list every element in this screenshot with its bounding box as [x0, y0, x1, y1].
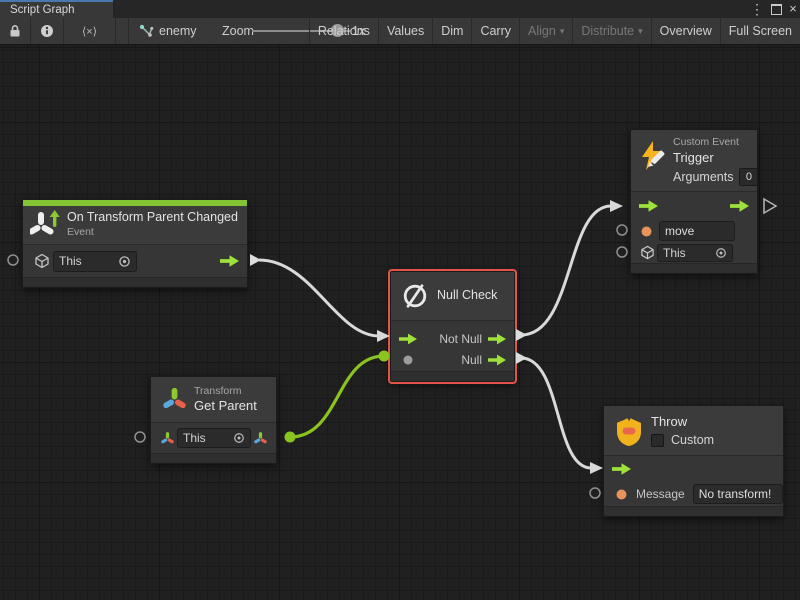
node-title: Null Check — [437, 288, 497, 304]
window-menu-icon[interactable]: ⋮ — [750, 1, 764, 17]
node-title: On Transform Parent Changed — [67, 210, 238, 226]
chevron-down-icon: ▾ — [638, 26, 643, 37]
transform-icon — [159, 386, 189, 413]
graph-reference[interactable]: enemy — [128, 18, 197, 44]
maximize-icon[interactable] — [771, 4, 782, 15]
relations-button[interactable]: Relations — [309, 18, 378, 44]
distribute-dropdown[interactable]: Distribute ▾ — [572, 18, 650, 44]
node-footer — [604, 506, 783, 516]
fullscreen-label: Full Screen — [729, 24, 792, 38]
node-on-transform-parent-changed[interactable]: On Transform Parent Changed Event This — [22, 199, 248, 288]
relations-label: Relations — [318, 24, 370, 38]
node-trigger-custom-event[interactable]: Custom Event Trigger Arguments 0 — [630, 129, 758, 274]
null-check-icon — [399, 282, 431, 310]
gameobject-cube-icon — [31, 253, 53, 269]
distribute-label: Distribute — [581, 24, 634, 38]
value-input-port-dot[interactable] — [403, 355, 413, 365]
flow-input-arrow-icon[interactable] — [612, 463, 631, 475]
fullscreen-button[interactable]: Full Screen — [720, 18, 800, 44]
custom-event-icon — [637, 140, 669, 172]
custom-checkbox-label: Custom — [671, 433, 714, 447]
lock-button[interactable] — [0, 18, 31, 44]
graph-name: enemy — [159, 24, 197, 38]
flow-input-arrow-icon[interactable] — [399, 333, 417, 345]
string-port-dot[interactable] — [641, 226, 652, 237]
node-category: Custom Event — [673, 136, 758, 150]
edit-code-button[interactable]: ⟨×⟩ — [64, 18, 116, 44]
graph-icon — [139, 24, 154, 39]
message-label: Message — [636, 487, 685, 501]
message-input[interactable] — [693, 484, 783, 504]
node-category: Transform — [194, 385, 257, 399]
flow-input-arrow-icon[interactable] — [639, 200, 658, 212]
node-throw[interactable]: Throw Custom Message — [603, 405, 784, 517]
null-port-label: Null — [461, 353, 482, 367]
transform-port-icon[interactable] — [157, 431, 177, 446]
info-icon — [40, 24, 54, 38]
unity-script-graph-window: { "titlebar": { "tab_label": "Script Gra… — [0, 0, 800, 600]
overview-button[interactable]: Overview — [651, 18, 720, 44]
graph-toolbar: ⟨×⟩ enemy Zoom 1x Relations Values Dim C… — [0, 18, 800, 45]
node-title: Get Parent — [194, 398, 257, 414]
object-picker-icon[interactable] — [233, 432, 245, 444]
carry-button[interactable]: Carry — [471, 18, 519, 44]
transform-event-icon — [29, 209, 63, 241]
tab-label: Script Graph — [10, 4, 75, 16]
gameobject-cube-icon — [637, 245, 657, 260]
values-label: Values — [387, 24, 424, 38]
target-value: This — [663, 246, 715, 260]
flow-output-arrow-icon[interactable] — [730, 200, 749, 212]
flow-output-arrow-icon[interactable] — [220, 255, 239, 267]
target-value: This — [183, 431, 233, 445]
not-null-port-label: Not Null — [439, 332, 482, 346]
code-icon: ⟨×⟩ — [82, 25, 97, 38]
node-footer — [151, 453, 276, 463]
throw-error-icon — [612, 415, 646, 447]
target-value: This — [59, 254, 118, 268]
node-get-parent[interactable]: Transform Get Parent This — [150, 376, 277, 464]
transform-output-port-icon[interactable] — [253, 431, 268, 446]
overview-label: Overview — [660, 24, 712, 38]
node-title: Throw — [651, 414, 714, 430]
flow-output-arrow-icon[interactable] — [488, 354, 506, 366]
values-button[interactable]: Values — [378, 18, 432, 44]
arguments-label: Arguments — [673, 170, 733, 184]
target-dropdown[interactable]: This — [657, 244, 733, 262]
zoom-label: Zoom — [222, 24, 254, 38]
carry-label: Carry — [480, 24, 511, 38]
dim-label: Dim — [441, 24, 463, 38]
dim-button[interactable]: Dim — [432, 18, 471, 44]
arguments-count-field[interactable]: 0 — [739, 168, 758, 186]
inspect-button[interactable] — [31, 18, 64, 44]
align-label: Align — [528, 24, 556, 38]
flow-output-arrow-icon[interactable] — [488, 333, 506, 345]
node-footer — [23, 277, 247, 287]
object-picker-icon[interactable] — [118, 255, 131, 268]
close-icon[interactable]: × — [786, 1, 800, 17]
node-title: Trigger — [673, 150, 758, 166]
node-subtitle: Event — [67, 226, 238, 240]
node-null-check[interactable]: Null Check Not Null Null — [390, 271, 515, 382]
tab-script-graph[interactable]: Script Graph — [0, 0, 113, 18]
title-bar: Script Graph ⋮ × — [0, 0, 800, 18]
custom-checkbox[interactable] — [651, 434, 664, 447]
chevron-down-icon: ▾ — [560, 26, 565, 37]
node-footer — [391, 371, 514, 381]
message-port-dot[interactable] — [616, 489, 627, 500]
event-name-input[interactable] — [659, 221, 735, 241]
align-dropdown[interactable]: Align ▾ — [519, 18, 572, 44]
lock-icon — [8, 24, 22, 38]
target-dropdown[interactable]: This — [53, 251, 137, 272]
target-dropdown[interactable]: This — [177, 428, 251, 448]
object-picker-icon[interactable] — [715, 247, 727, 259]
node-footer — [631, 263, 757, 273]
